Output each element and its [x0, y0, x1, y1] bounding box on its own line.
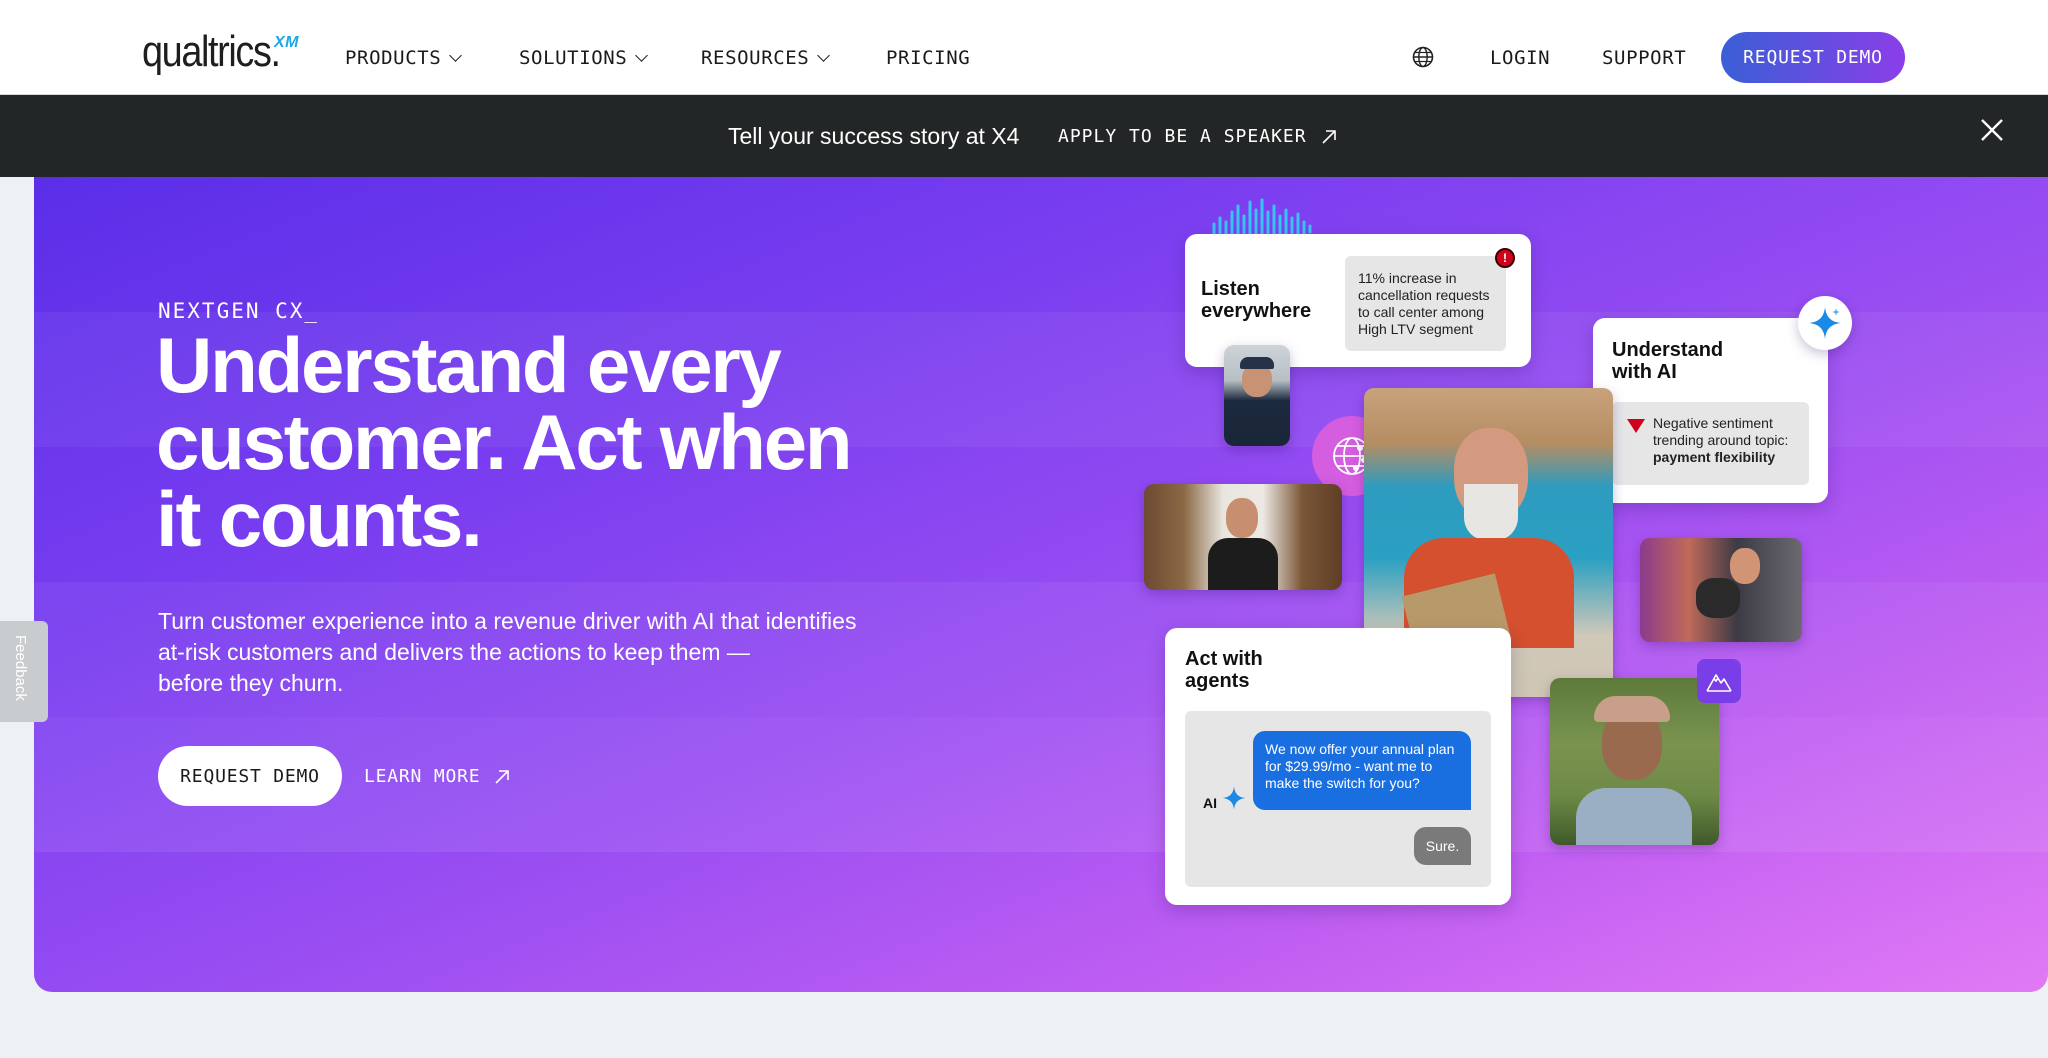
qualtrics-logo[interactable]: qualtrics. XM — [142, 30, 302, 80]
top-navigation: qualtrics. XM PRODUCTS SOLUTIONS RESOURC… — [0, 0, 2048, 95]
request-demo-button[interactable]: REQUEST DEMO — [1721, 32, 1905, 83]
headline-line: Understand every — [156, 321, 782, 409]
subtext-line: before they churn. — [158, 670, 344, 696]
nav-solutions[interactable]: SOLUTIONS — [519, 47, 649, 69]
title-line: everywhere — [1201, 300, 1312, 322]
login-label: LOGIN — [1490, 47, 1551, 69]
subtext-line: at-risk customers and delivers the actio… — [158, 639, 750, 665]
shirt-shape — [1208, 538, 1278, 590]
face-shape — [1226, 498, 1258, 538]
chevron-down-icon — [817, 49, 831, 62]
banner-message: Tell your success story at X4 — [728, 123, 1020, 149]
nav-resources[interactable]: RESOURCES — [701, 47, 831, 69]
understand-card-title: Understand with AI — [1612, 339, 1723, 383]
sparkle-icon — [1222, 786, 1246, 810]
nav-pricing-label: PRICING — [886, 47, 971, 69]
insight-line: High LTV segment — [1358, 321, 1473, 337]
hero-request-demo-label: REQUEST DEMO — [180, 765, 320, 787]
insight-bold-topic: payment flexibility — [1653, 449, 1776, 465]
ai-sparkle-badge — [1798, 296, 1852, 350]
alert-icon: ! — [1495, 248, 1515, 268]
announcement-banner: Tell your success story at X4 APPLY TO B… — [0, 95, 2048, 177]
title-line: agents — [1185, 670, 1250, 692]
nav-products-label: PRODUCTS — [345, 47, 442, 69]
insight-line: to call center among — [1358, 304, 1485, 320]
nav-products[interactable]: PRODUCTS — [345, 47, 463, 69]
shop-owner-photo — [1144, 484, 1342, 590]
message-line: We now offer your annual plan — [1265, 741, 1455, 757]
mountain-icon — [1706, 674, 1732, 692]
close-icon[interactable] — [1980, 118, 2004, 142]
message-line: for $29.99/mo - want me to — [1265, 758, 1433, 774]
agent-message-bubble: We now offer your annual plan for $29.99… — [1253, 731, 1471, 810]
title-line: with AI — [1612, 361, 1677, 383]
hiker-woman-photo — [1550, 678, 1719, 845]
mountain-badge — [1697, 659, 1741, 703]
hero-eyebrow: NEXTGEN CX_ — [158, 299, 320, 323]
hero-headline: Understand every customer. Act when it c… — [156, 321, 876, 563]
listen-card-title: Listen everywhere — [1201, 278, 1311, 322]
customer-reply-bubble: Sure. — [1414, 827, 1471, 865]
logo-wordmark: qualtrics. — [142, 27, 281, 76]
sparkle-icon — [1809, 307, 1841, 339]
message-line: make the switch for you? — [1265, 775, 1420, 791]
subtext-line: Turn customer experience into a revenue … — [158, 608, 857, 634]
support-link[interactable]: SUPPORT — [1602, 47, 1686, 69]
learn-more-link[interactable]: LEARN MORE — [364, 766, 510, 787]
insight-line: Negative sentiment — [1653, 415, 1773, 431]
arrow-up-right-icon — [1322, 129, 1336, 144]
chevron-down-icon — [449, 49, 463, 62]
insight-line: 11% increase in — [1358, 270, 1457, 286]
nav-pricing[interactable]: PRICING — [886, 47, 970, 69]
agents-card-title: Act with agents — [1185, 648, 1263, 692]
feedback-tab[interactable]: Feedback — [0, 621, 48, 722]
hero-request-demo-button[interactable]: REQUEST DEMO — [158, 746, 342, 806]
feedback-label: Feedback — [12, 635, 29, 701]
understand-insight-box: Negative sentiment trending around topic… — [1612, 402, 1809, 485]
request-demo-label: REQUEST DEMO — [1743, 47, 1883, 68]
chevron-down-icon — [635, 49, 649, 62]
beanie-shape — [1240, 357, 1274, 369]
man-with-dog-photo — [1640, 538, 1802, 642]
apply-speaker-link[interactable]: APPLY TO BE A SPEAKER — [1058, 126, 1337, 147]
title-line: Understand — [1612, 339, 1724, 361]
beard-shape — [1464, 484, 1518, 540]
nav-solutions-label: SOLUTIONS — [519, 47, 628, 69]
arrow-up-right-icon — [495, 769, 510, 784]
title-line: Listen — [1201, 278, 1260, 300]
support-label: SUPPORT — [1602, 47, 1687, 69]
shirt-shape — [1576, 788, 1692, 845]
headline-line: it counts. — [156, 475, 483, 563]
apply-speaker-label: APPLY TO BE A SPEAKER — [1058, 126, 1307, 147]
ai-label: AI — [1203, 795, 1217, 811]
chat-panel: We now offer your annual plan for $29.99… — [1185, 711, 1491, 887]
headline-line: customer. Act when — [156, 398, 853, 486]
insight-line: cancellation requests — [1358, 287, 1490, 303]
insight-line: trending around topic: — [1653, 432, 1789, 448]
act-with-agents-card: Act with agents We now offer your annual… — [1165, 628, 1511, 905]
understand-with-ai-card: Understand with AI Negative sentiment tr… — [1593, 318, 1828, 503]
portrait-photo — [1224, 345, 1290, 446]
logo-xm-badge: XM — [274, 34, 299, 51]
listen-insight-box: 11% increase in cancellation requests to… — [1345, 256, 1506, 351]
globe-icon[interactable] — [1412, 46, 1434, 68]
cap-shape — [1594, 696, 1670, 722]
face-shape — [1730, 548, 1760, 584]
dog-shape — [1696, 578, 1740, 618]
learn-more-label: LEARN MORE — [364, 766, 481, 787]
login-link[interactable]: LOGIN — [1490, 47, 1550, 69]
trend-down-icon — [1627, 419, 1645, 433]
hero-subtext: Turn customer experience into a revenue … — [158, 606, 878, 699]
nav-resources-label: RESOURCES — [701, 47, 810, 69]
title-line: Act with — [1185, 648, 1263, 670]
